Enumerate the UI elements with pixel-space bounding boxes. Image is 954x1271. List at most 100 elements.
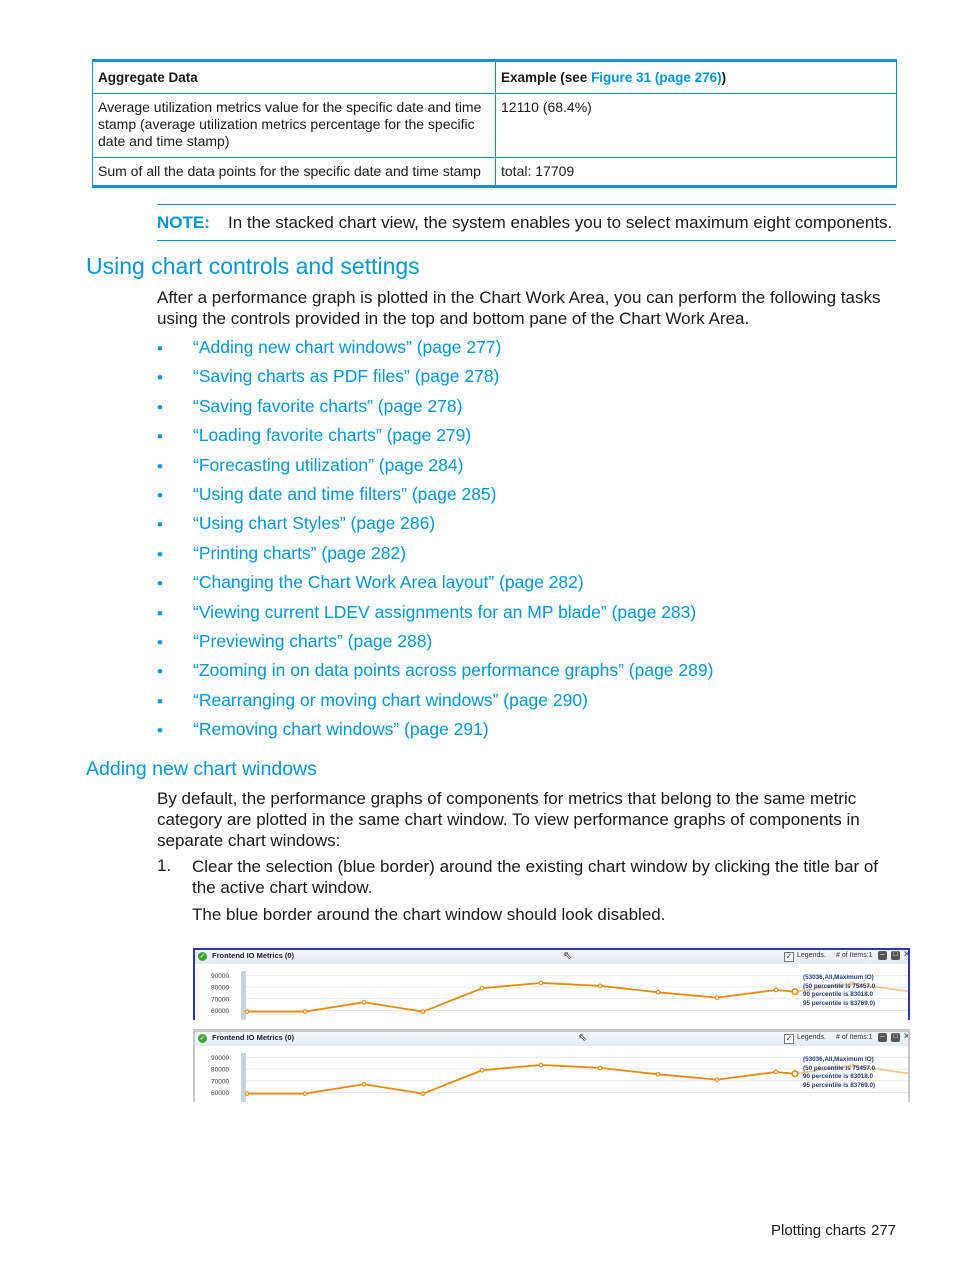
series-segment: [657, 1073, 718, 1081]
data-point: [361, 1081, 367, 1087]
figure-31-link[interactable]: Figure 31 (page 276): [591, 70, 722, 85]
legends-label: Legends.: [797, 1034, 826, 1041]
y-tick-label: 60000: [211, 1008, 229, 1015]
data-point: [773, 1069, 779, 1075]
data-point: [302, 1091, 308, 1097]
step-line: Clear the selection (blue border) around…: [192, 857, 879, 876]
maximize-icon[interactable]: □: [891, 1033, 900, 1042]
table-row: Sum of all the data points for the speci…: [92, 157, 897, 187]
percentile-legend: (53036,All,Maximum IO) (50 percentile is…: [803, 1056, 875, 1091]
step-1-text: Clear the selection (blue border) around…: [192, 856, 902, 898]
data-point: [655, 989, 661, 995]
intro-line: using the controls provided in the top a…: [157, 309, 750, 328]
section2-paragraph: By default, the performance graphs of co…: [157, 788, 902, 851]
y-tick-label: 60000: [211, 1090, 229, 1097]
y-tick-label: 80000: [211, 985, 229, 992]
intro-line: After a performance graph is plotted in …: [157, 288, 881, 307]
topic-link[interactable]: “Using chart Styles” (page 286): [193, 513, 435, 534]
items-count-label: # of Items:1: [836, 952, 873, 959]
close-icon[interactable]: ✕: [903, 950, 908, 960]
y-tick-label: 70000: [211, 1078, 229, 1085]
y-tick-label: 80000: [211, 1067, 229, 1074]
close-icon[interactable]: ✕: [903, 1032, 908, 1042]
data-point: [597, 1065, 603, 1071]
minimize-icon[interactable]: –: [878, 951, 887, 960]
note-box: NOTE: In the stacked chart view, the sys…: [157, 204, 896, 241]
aggregate-data-table: Aggregate Data Example (see Figure 31 (p…: [92, 59, 897, 188]
series-segment: [422, 1069, 483, 1095]
data-point: [791, 1070, 799, 1078]
minimize-icon[interactable]: –: [878, 1033, 887, 1042]
data-point: [909, 1072, 910, 1076]
bullet-icon: •: [157, 339, 163, 358]
step-number: 1.: [157, 856, 172, 875]
mouse-cursor-icon: ⇖: [578, 1032, 588, 1044]
series-segment: [716, 1071, 777, 1081]
series-segment: [540, 982, 601, 987]
header-example-suffix: ): [721, 70, 727, 85]
percentile-legend: (53036,All,Maximum IO) (50 percentile is…: [803, 974, 875, 1009]
legend-percentile-95: 95 percentile is 83769.0): [803, 1082, 876, 1090]
cell-example: total: 17709: [495, 157, 897, 187]
bullet-icon: •: [157, 632, 163, 652]
cell-description: Sum of all the data points for the speci…: [92, 157, 496, 187]
topic-link[interactable]: “Adding new chart windows” (page 277): [193, 337, 501, 358]
footer-page-number: 277: [871, 1222, 897, 1239]
topic-link[interactable]: “Saving favorite charts” (page 278): [193, 396, 462, 417]
legends-label: Legends.: [797, 952, 826, 959]
topic-link[interactable]: “Printing charts” (page 282): [193, 543, 406, 564]
status-ok-icon: ✓: [198, 1034, 207, 1043]
legend-percentile-95: 95 percentile is 83769.0): [803, 1000, 876, 1008]
step-line: the active chart window.: [192, 878, 373, 897]
cell-example: 12110 (68.4%): [495, 93, 897, 158]
data-point: [361, 999, 367, 1005]
bullet-icon: •: [157, 368, 163, 388]
section-intro: After a performance graph is plotted in …: [157, 287, 902, 329]
topic-link[interactable]: “Removing chart windows” (page 291): [193, 719, 489, 740]
topic-link[interactable]: “Rearranging or moving chart windows” (p…: [193, 690, 588, 711]
legends-checkbox[interactable]: ✓: [784, 1034, 794, 1044]
status-ok-icon: ✓: [198, 952, 207, 961]
data-point: [302, 1009, 308, 1015]
note-label: NOTE:: [157, 213, 210, 232]
data-point: [538, 1062, 544, 1068]
header-example: Example (see Figure 31 (page 276)): [495, 60, 897, 94]
bullet-icon: •: [157, 427, 163, 447]
bullet-icon: •: [157, 456, 163, 476]
bullet-icon: •: [157, 574, 163, 594]
items-count-label: # of Items:1: [836, 1034, 873, 1041]
bullet-icon: •: [157, 544, 163, 564]
section-heading-adding-chart-windows: Adding new chart windows: [86, 758, 317, 780]
legend-percentile-50: (50 percentile is 75457.0: [803, 1064, 876, 1072]
topic-link[interactable]: “Zooming in on data points across perfor…: [193, 660, 713, 681]
bullet-icon: •: [157, 603, 163, 623]
bullet-icon: •: [157, 662, 163, 682]
mouse-cursor-icon: ⇖: [563, 950, 573, 962]
chart-title: Frontend IO Metrics (0): [212, 951, 295, 960]
legends-checkbox[interactable]: ✓: [784, 952, 794, 962]
topic-link[interactable]: “Loading favorite charts” (page 279): [193, 425, 471, 446]
topic-link[interactable]: “Changing the Chart Work Area layout” (p…: [193, 572, 584, 593]
y-tick-label: 70000: [211, 996, 229, 1003]
topic-link[interactable]: “Previewing charts” (page 288): [193, 631, 432, 652]
topic-link[interactable]: “Using date and time filters” (page 285): [193, 484, 496, 505]
legend-percentile-90: 90 percentile is 83018.0: [803, 1073, 874, 1081]
paragraph-line: category are plotted in the same chart w…: [157, 810, 860, 829]
legend-series-label: (53036,All,Maximum IO): [803, 1056, 874, 1063]
chart-window-selected[interactable]: 90000 80000 70000 60000 ✓ Frontend IO Metri…: [193, 948, 910, 1020]
topic-link[interactable]: “Saving charts as PDF files” (page 278): [193, 366, 499, 387]
topic-link[interactable]: “Viewing current LDEV assignments for an…: [193, 602, 696, 623]
bullet-icon: •: [157, 515, 163, 535]
topic-link[interactable]: “Forecasting utilization” (page 284): [193, 455, 463, 476]
step-1-result: The blue border around the chart window …: [192, 905, 666, 924]
bullet-icon: •: [157, 485, 163, 505]
chart-window-deselected[interactable]: 90000 80000 70000 60000 ✓ Frontend IO Metri…: [193, 1029, 910, 1102]
footer-section-title: Plotting charts: [771, 1222, 867, 1239]
data-point: [420, 1009, 426, 1015]
series-segment: [657, 991, 718, 999]
legend-series-label: (53036,All,Maximum IO): [803, 974, 874, 981]
data-point: [714, 995, 720, 1000]
data-point: [538, 980, 544, 986]
cell-description: Average utilization metrics value for th…: [92, 93, 496, 158]
maximize-icon[interactable]: □: [891, 951, 900, 960]
